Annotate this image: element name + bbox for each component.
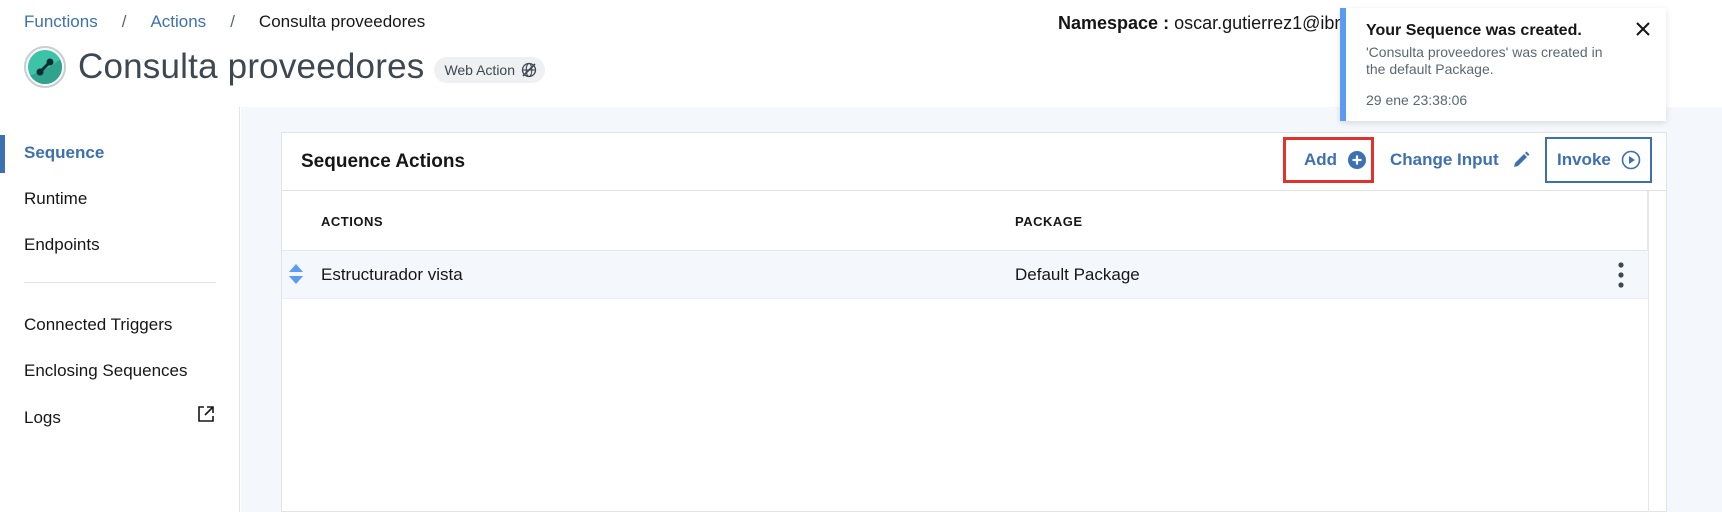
invoke-button-label: Invoke [1557, 150, 1611, 169]
row-action-name: Estructurador vista [321, 265, 463, 284]
close-icon[interactable] [1634, 20, 1652, 38]
row-package-name: Default Package [1015, 265, 1140, 284]
table-header: ACTIONS PACKAGE [282, 191, 1648, 251]
reorder-icon[interactable] [288, 263, 304, 285]
column-header-package: PACKAGE [1015, 214, 1083, 229]
breadcrumb-separator: / [230, 12, 235, 31]
main-content: Sequence Actions Add Change Input Invoke [241, 107, 1722, 512]
page-title: Consulta proveedores [78, 47, 425, 86]
notification-body: 'Consulta proveedores' was created in th… [1366, 44, 1603, 77]
breadcrumb-actions[interactable]: Actions [150, 12, 206, 32]
panel-header: Sequence Actions Add Change Input Invoke [282, 133, 1666, 191]
namespace-display: Namespace : oscar.gutierrez1@ibm [1058, 13, 1349, 34]
notification-title: Your Sequence was created. [1366, 22, 1582, 39]
external-link-icon[interactable] [196, 404, 216, 424]
notification-time: 29 ene 23:38:06 [1366, 92, 1468, 108]
change-input-button[interactable]: Change Input [1390, 137, 1531, 183]
namespace-value: oscar.gutierrez1@ibm [1174, 13, 1350, 33]
sequence-actions-panel: Sequence Actions Add Change Input Invoke [281, 132, 1667, 512]
play-circle-icon [1621, 150, 1641, 170]
change-input-label: Change Input [1390, 150, 1499, 169]
breadcrumb: Functions / Actions / Consulta proveedor… [24, 12, 425, 32]
notification-toast: Your Sequence was created. 'Consulta pro… [1340, 8, 1666, 121]
no-web-icon [521, 62, 537, 78]
sidebar-item-enclosing-sequences[interactable]: Enclosing Sequences [24, 361, 188, 381]
table-border [1648, 191, 1649, 512]
active-indicator [0, 135, 5, 173]
panel-title: Sequence Actions [301, 151, 466, 172]
breadcrumb-functions[interactable]: Functions [24, 12, 98, 32]
pencil-icon [1513, 151, 1530, 167]
sidebar-item-endpoints[interactable]: Endpoints [24, 235, 100, 255]
plus-circle-icon [1348, 151, 1367, 169]
sidebar-item-logs[interactable]: Logs [24, 408, 61, 428]
badge-label: Web Action [444, 62, 515, 78]
breadcrumb-current: Consulta proveedores [258, 12, 426, 31]
table-row[interactable]: Estructurador vista Default Package [282, 251, 1648, 299]
namespace-label: Namespace : [1058, 13, 1170, 33]
add-button-label: Add [1304, 150, 1338, 169]
sidebar-item-connected-triggers[interactable]: Connected Triggers [24, 315, 172, 335]
add-button[interactable]: Add [1283, 137, 1374, 183]
sidebar-item-sequence[interactable]: Sequence [24, 143, 104, 163]
sidebar-item-runtime[interactable]: Runtime [24, 189, 87, 209]
web-action-badge: Web Action [434, 57, 545, 83]
sidebar-divider [24, 282, 216, 283]
column-header-actions: ACTIONS [321, 214, 383, 229]
title-row: Consulta proveedores Web Action [24, 46, 545, 88]
overflow-menu-icon[interactable] [1617, 261, 1625, 289]
action-logo-icon [24, 46, 66, 88]
breadcrumb-separator: / [121, 12, 127, 31]
invoke-button[interactable]: Invoke [1545, 137, 1652, 183]
sidebar: Sequence Runtime Endpoints Connected Tri… [0, 107, 240, 512]
